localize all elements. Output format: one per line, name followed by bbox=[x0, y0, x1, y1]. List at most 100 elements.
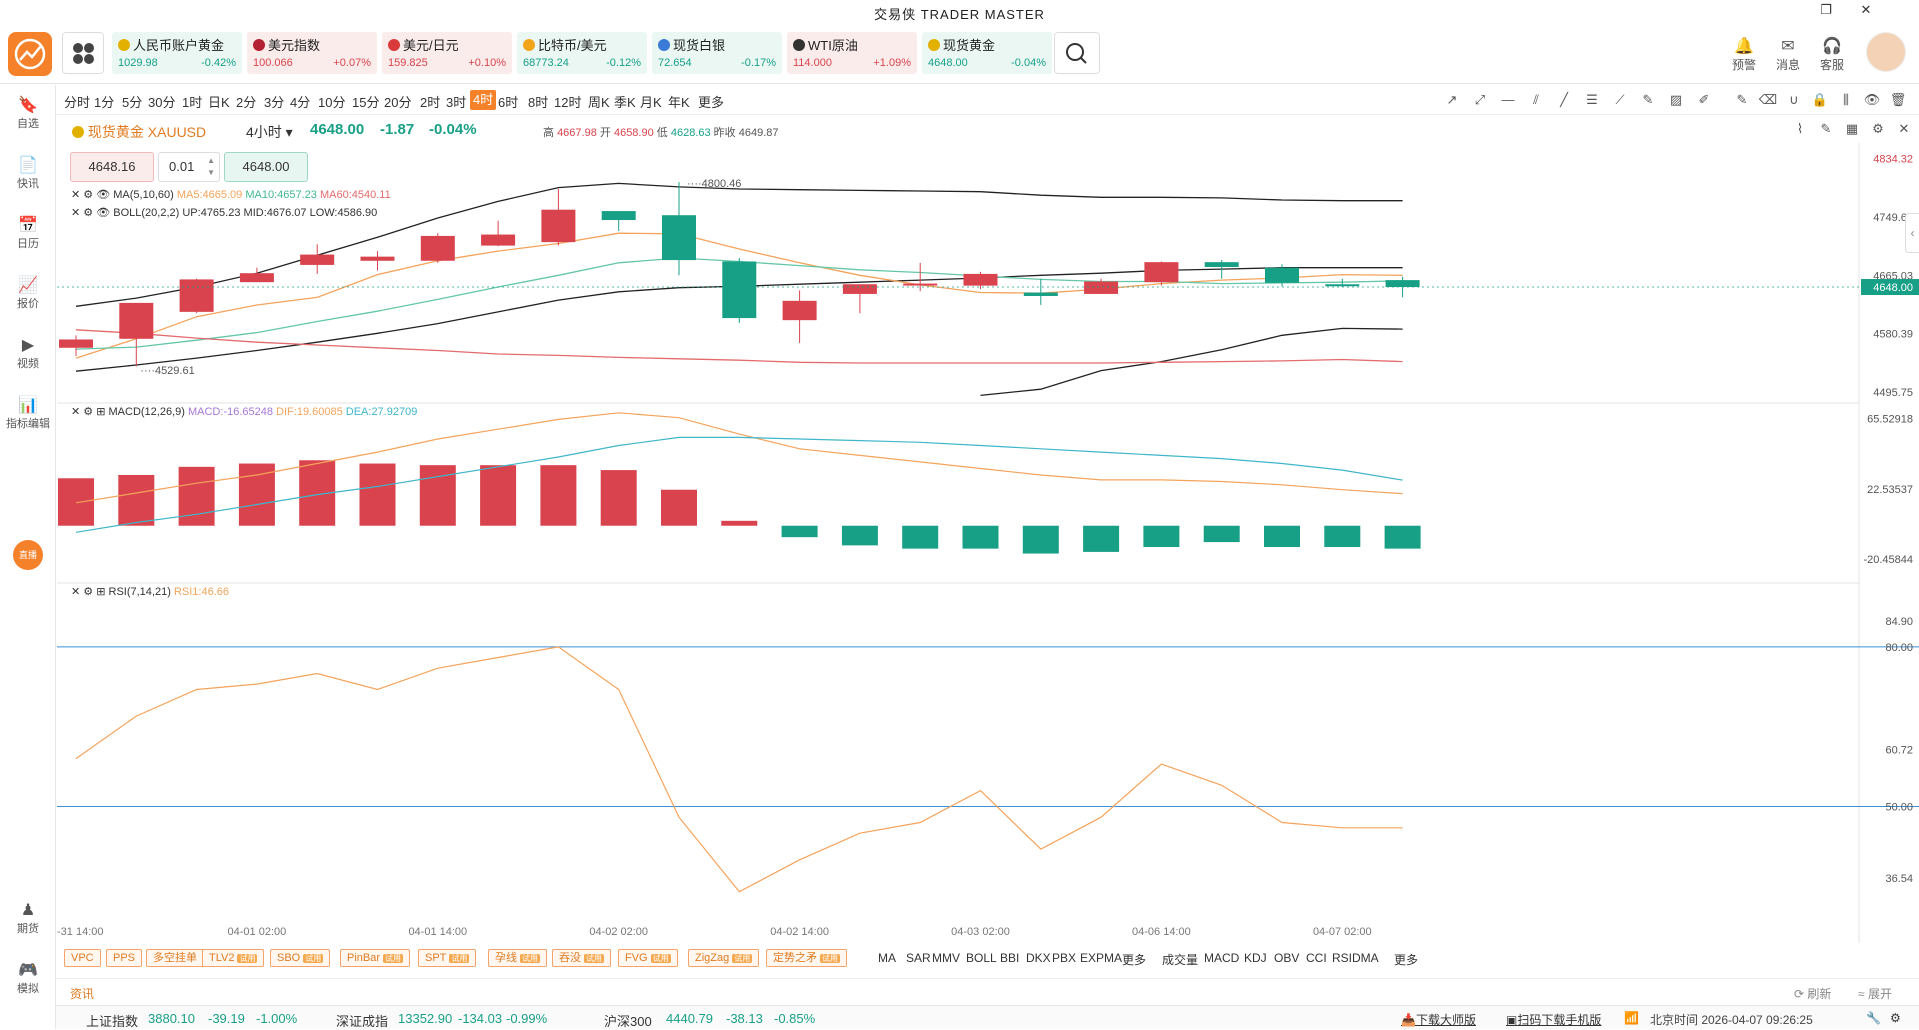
sub-indicator-0[interactable]: 成交量 bbox=[1162, 951, 1198, 968]
settings-icon[interactable]: ⚙ bbox=[83, 207, 93, 219]
period-select[interactable]: 4小时 ▾ bbox=[246, 122, 293, 142]
eye-icon[interactable]: 👁 bbox=[96, 207, 110, 219]
main-indicator-3[interactable]: BOLL bbox=[966, 951, 997, 965]
main-indicator-2[interactable]: MMV bbox=[932, 951, 960, 965]
settings-icon[interactable]: ⚙ bbox=[83, 406, 93, 418]
expand-button[interactable]: ≈ 展开 bbox=[1858, 985, 1892, 1002]
chart-area[interactable]: ····4800.46 ····4529.61 4834.32 4749.68 4665… bbox=[57, 143, 1919, 943]
quote-card[interactable]: 现货黄金 4648.00 -0.04% bbox=[922, 32, 1052, 74]
sidebar-item-simulate[interactable]: 🎮 模拟 bbox=[0, 960, 56, 996]
sub-indicator-2[interactable]: KDJ bbox=[1244, 951, 1267, 965]
indicator-tab[interactable]: PinBar 试用 bbox=[340, 949, 411, 967]
indicator-tab[interactable]: 孕线 试用 bbox=[488, 949, 547, 967]
settings-icon[interactable]: ⚙ bbox=[1890, 1011, 1901, 1025]
period-15[interactable]: 6时 bbox=[498, 92, 518, 111]
period-7[interactable]: 3分 bbox=[264, 92, 284, 111]
sidebar-item-futures[interactable]: ♟ 期货 bbox=[0, 900, 56, 936]
chart-svg[interactable]: ····4800.46····4529.614834.324749.684665… bbox=[57, 143, 1919, 943]
service-button[interactable]: 🎧 客服 bbox=[1814, 36, 1850, 73]
lock-icon[interactable]: 🔒 bbox=[1810, 92, 1830, 108]
pen-icon[interactable]: ✎ bbox=[1816, 121, 1836, 137]
panel-collapse-icon[interactable]: ‹ bbox=[1905, 213, 1919, 253]
indicator-tab[interactable]: 吞没 试用 bbox=[552, 949, 611, 967]
close-icon[interactable]: ✕ bbox=[71, 406, 80, 418]
period-13[interactable]: 3时 bbox=[446, 92, 466, 111]
indicator-tab[interactable]: VPC bbox=[64, 949, 101, 967]
indicator-tab[interactable]: PPS bbox=[106, 949, 143, 967]
period-19[interactable]: 季K bbox=[614, 92, 636, 111]
edit-icon[interactable]: ✎ bbox=[1732, 92, 1752, 108]
period-22[interactable]: 更多 bbox=[698, 92, 724, 111]
period-6[interactable]: 2分 bbox=[236, 92, 256, 111]
fibonacci-icon[interactable]: ☰ bbox=[1582, 92, 1602, 108]
zoom-icon[interactable]: ⊞ bbox=[96, 586, 105, 598]
main-indicator-5[interactable]: DKX bbox=[1026, 951, 1051, 965]
chart-type-icon[interactable]: ⌇ bbox=[1790, 121, 1810, 137]
period-11[interactable]: 20分 bbox=[384, 92, 411, 111]
sidebar-item-news[interactable]: 📄 快讯 bbox=[0, 155, 56, 191]
close-icon[interactable]: ✕ bbox=[1852, 2, 1880, 18]
close-icon[interactable]: ✕ bbox=[71, 586, 80, 598]
magnet-icon[interactable]: ∪ bbox=[1784, 92, 1804, 108]
indicator-tab[interactable]: 多空挂单 bbox=[146, 949, 204, 967]
sidebar-item-indicator-edit[interactable]: 📊 指标编辑 bbox=[0, 395, 56, 431]
sidebar-item-quotes[interactable]: 📈 报价 bbox=[0, 275, 56, 311]
sub-indicator-1[interactable]: MACD bbox=[1204, 951, 1239, 965]
period-18[interactable]: 周K bbox=[588, 92, 610, 111]
trendline-icon[interactable]: ⤢ bbox=[1470, 92, 1490, 108]
period-3[interactable]: 30分 bbox=[148, 92, 175, 111]
settings-icon[interactable]: ⚙ bbox=[1868, 121, 1888, 137]
brush-icon[interactable]: ✎ bbox=[1638, 92, 1658, 108]
period-14[interactable]: 4时 bbox=[470, 90, 497, 110]
sub-indicator-3[interactable]: OBV bbox=[1274, 951, 1299, 965]
main-indicator-0[interactable]: MA bbox=[878, 951, 896, 965]
sub-indicator-6[interactable]: DMA bbox=[1352, 951, 1379, 965]
symbol-name[interactable]: 现货黄金 XAUUSD bbox=[72, 122, 206, 142]
period-0[interactable]: 分时 bbox=[64, 92, 90, 111]
search-button[interactable] bbox=[1054, 32, 1100, 74]
indicator-tab[interactable]: 定势之矛 试用 bbox=[766, 949, 847, 967]
period-2[interactable]: 5分 bbox=[122, 92, 142, 111]
fan-icon[interactable]: ⟋ bbox=[1610, 92, 1630, 108]
alert-button[interactable]: 🔔 预警 bbox=[1726, 36, 1762, 73]
download-mobile-link[interactable]: ▣扫码下载手机版 bbox=[1506, 1011, 1601, 1028]
period-10[interactable]: 15分 bbox=[352, 92, 379, 111]
text-icon[interactable]: ✐ bbox=[1694, 92, 1714, 108]
align-icon[interactable]: ⫼ bbox=[1836, 92, 1856, 108]
settings-icon[interactable]: ⚙ bbox=[83, 586, 93, 598]
news-label[interactable]: 资讯 bbox=[70, 985, 94, 1002]
hline-icon[interactable]: — bbox=[1498, 92, 1518, 107]
period-17[interactable]: 12时 bbox=[554, 92, 581, 111]
quote-card[interactable]: 美元/日元 159.825 +0.10% bbox=[382, 32, 512, 74]
close-icon[interactable]: ✕ bbox=[71, 189, 80, 201]
zoom-icon[interactable]: ⊞ bbox=[96, 406, 105, 418]
sidebar-item-calendar[interactable]: 📅 日历 bbox=[0, 215, 56, 251]
delete-icon[interactable]: 🗑 bbox=[1888, 92, 1908, 108]
index-name[interactable]: 沪深300 bbox=[604, 1011, 652, 1030]
period-4[interactable]: 1时 bbox=[182, 92, 202, 111]
avatar[interactable] bbox=[1866, 32, 1906, 72]
period-16[interactable]: 8时 bbox=[528, 92, 548, 111]
period-1[interactable]: 1分 bbox=[94, 92, 114, 111]
main-indicator-1[interactable]: SAR bbox=[906, 951, 931, 965]
ray-icon[interactable]: ↗ bbox=[1442, 92, 1462, 108]
sidebar-item-watchlist[interactable]: 🔖 自选 bbox=[0, 95, 56, 131]
live-button[interactable]: 直播 bbox=[13, 540, 43, 570]
index-name[interactable]: 上证指数 bbox=[86, 1011, 138, 1030]
quote-card[interactable]: WTI原油 114.000 +1.09% bbox=[787, 32, 917, 74]
apps-button[interactable] bbox=[62, 32, 104, 74]
quote-card[interactable]: 美元指数 100.066 +0.07% bbox=[247, 32, 377, 74]
app-logo[interactable] bbox=[8, 32, 52, 76]
sub-indicator-7[interactable]: 更多 bbox=[1394, 951, 1418, 968]
period-9[interactable]: 10分 bbox=[318, 92, 345, 111]
refresh-button[interactable]: ⟳ 刷新 bbox=[1794, 985, 1831, 1002]
main-indicator-6[interactable]: PBX bbox=[1052, 951, 1076, 965]
indicator-tab[interactable]: ZigZag 试用 bbox=[688, 949, 760, 967]
image-icon[interactable]: ▨ bbox=[1666, 92, 1686, 108]
indicator-tab[interactable]: FVG 试用 bbox=[618, 949, 678, 967]
eye-icon[interactable]: 👁 bbox=[96, 189, 110, 201]
main-indicator-4[interactable]: BBI bbox=[1000, 951, 1019, 965]
indicator-tab[interactable]: SBO 试用 bbox=[270, 949, 331, 967]
close-chart-icon[interactable]: ✕ bbox=[1894, 121, 1914, 137]
restore-icon[interactable]: ❐ bbox=[1812, 2, 1840, 18]
